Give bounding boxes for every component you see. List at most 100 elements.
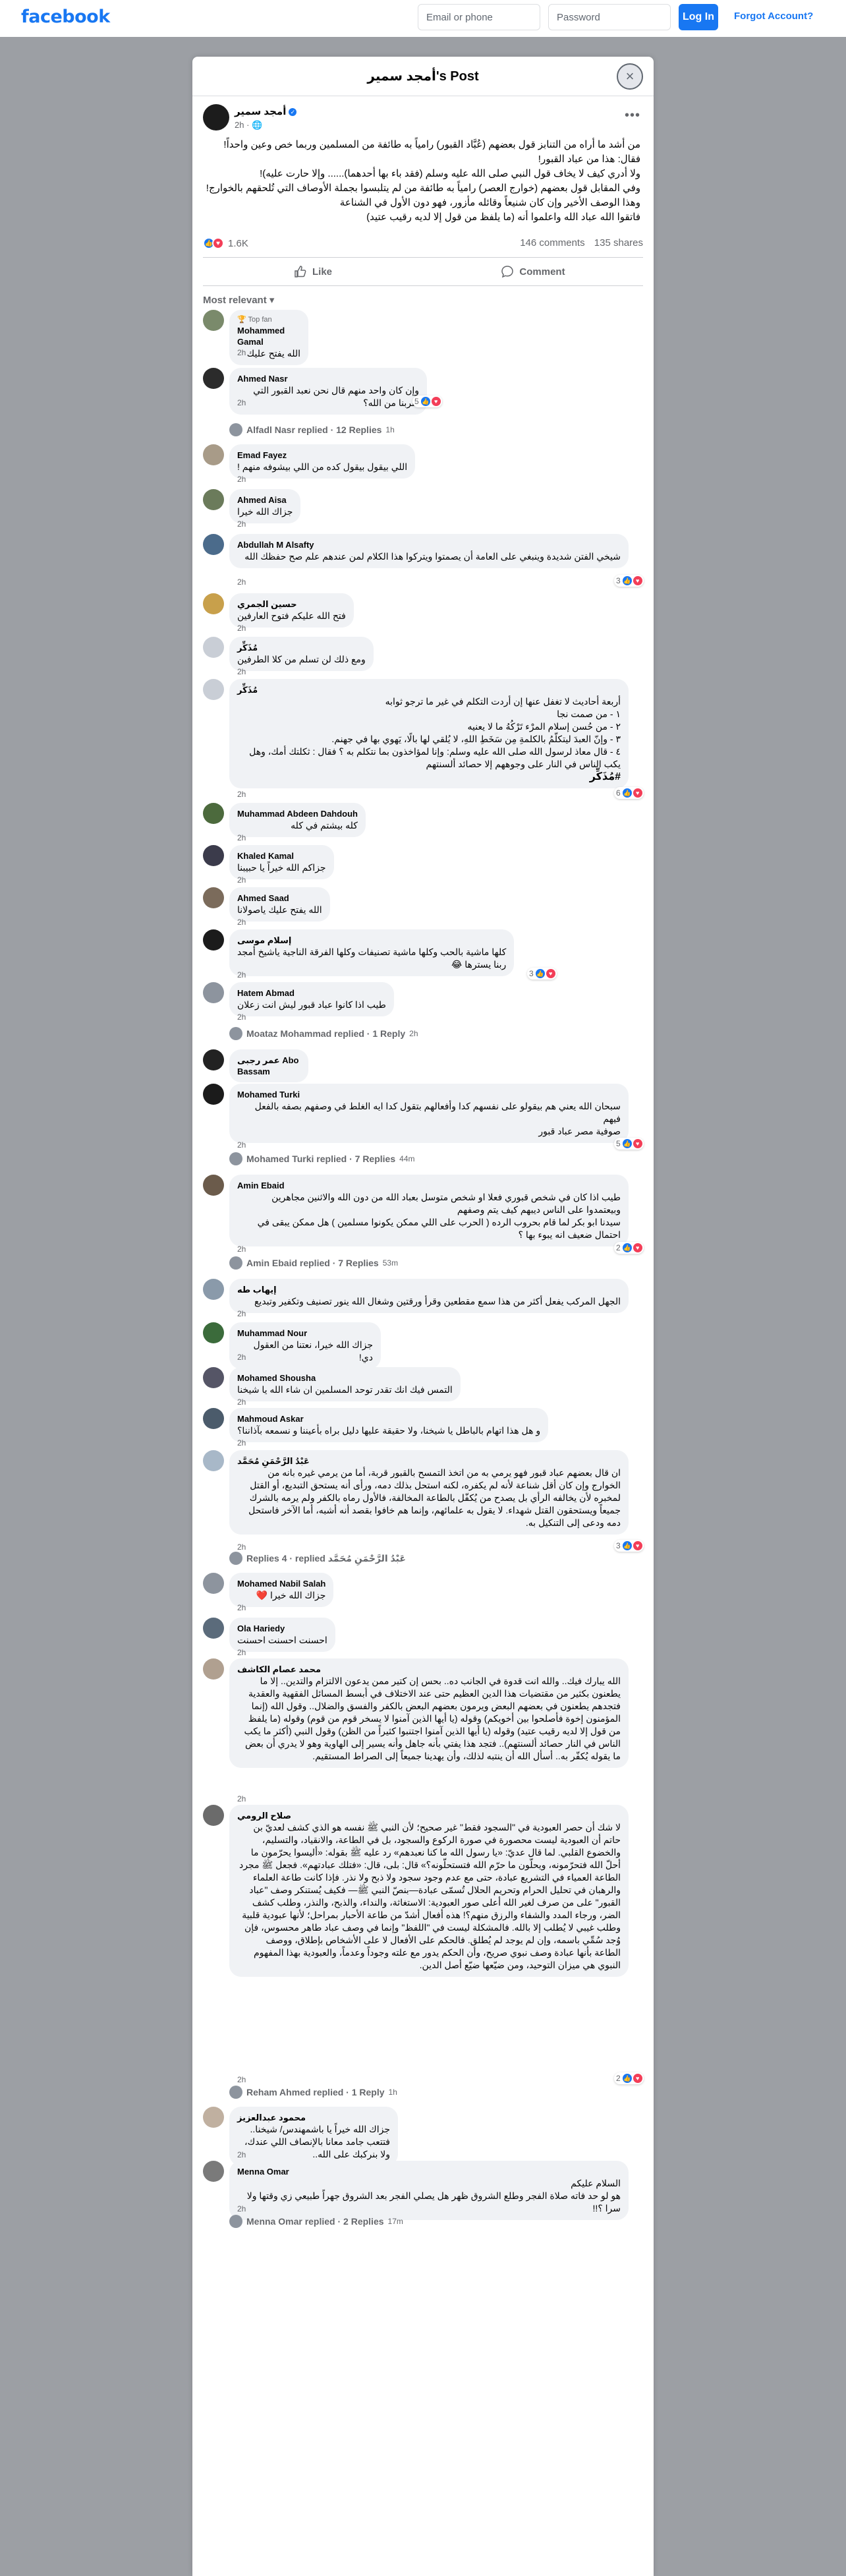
commenter-name[interactable]: عَبْدُ الرَّحْمَنِ مُحَمَّد xyxy=(237,1455,621,1467)
commenter-name[interactable]: مُذَكِّر xyxy=(237,642,366,653)
comment-reactions[interactable]: 3 👍 ♥ xyxy=(614,1540,644,1552)
commenter-name[interactable]: محمود عبدالعزيز xyxy=(237,2112,390,2123)
replies-summary[interactable]: Amin Ebaid replied · 7 Replies 53m xyxy=(229,1256,398,1270)
comment-timestamp[interactable]: 2h xyxy=(237,790,246,799)
author-avatar[interactable] xyxy=(203,104,229,131)
commenter-name[interactable]: Mohamed Turki xyxy=(237,1089,621,1100)
comment-reactions[interactable]: 2 👍 ♥ xyxy=(614,2072,644,2084)
commenter-name[interactable]: Amin Ebaid xyxy=(237,1180,621,1191)
commenter-name[interactable]: Mohamed Shousha xyxy=(237,1372,453,1384)
replies-summary[interactable]: Replies 4 · replied عَبْدُ الرَّحْمَنِ م… xyxy=(229,1552,410,1565)
comment-timestamp[interactable]: 2h xyxy=(237,1603,246,1612)
comment-timestamp[interactable]: 2h xyxy=(237,1397,246,1407)
comment-timestamp[interactable]: 2h xyxy=(237,1353,246,1362)
commenter-name[interactable]: مُذَكِّر xyxy=(237,684,621,695)
replies-summary[interactable]: Menna Omar replied · 2 Replies 17m xyxy=(229,2215,403,2228)
like-button[interactable]: Like xyxy=(203,258,423,285)
commenter-name[interactable]: Abdullah M Alsafty xyxy=(237,539,621,550)
comment-timestamp[interactable]: 2h xyxy=(237,1542,246,1552)
commenter-avatar[interactable] xyxy=(203,1049,224,1070)
commenter-name[interactable]: Mahmoud Askar xyxy=(237,1413,540,1424)
commenter-avatar[interactable] xyxy=(203,2107,224,2128)
commenter-avatar[interactable] xyxy=(203,489,224,510)
comment-timestamp[interactable]: 2h xyxy=(237,1648,246,1657)
commenter-avatar[interactable] xyxy=(203,929,224,951)
comment-timestamp[interactable]: 2h xyxy=(237,1438,246,1448)
commenter-name[interactable]: Ahmed Nasr xyxy=(237,373,419,384)
commenter-avatar[interactable] xyxy=(203,803,224,824)
commenter-name[interactable]: Menna Omar xyxy=(237,2166,621,2177)
commenter-avatar[interactable] xyxy=(203,1450,224,1471)
hashtag-link[interactable]: #مُذَكِّر xyxy=(237,771,621,783)
replies-summary[interactable]: Moataz Mohammad replied · 1 Reply 2h xyxy=(229,1027,418,1040)
commenter-name[interactable]: Muhammad Nour xyxy=(237,1328,373,1339)
comment-timestamp[interactable]: 2h xyxy=(237,1140,246,1150)
comment-timestamp[interactable]: 2h xyxy=(237,398,246,407)
commenter-avatar[interactable] xyxy=(203,1658,224,1680)
replies-summary[interactable]: Alfadl Nasr replied · 12 Replies 1h xyxy=(229,423,395,436)
comment-button[interactable]: Comment xyxy=(423,258,643,285)
commenter-name[interactable]: Emad Fayez xyxy=(237,450,407,461)
reaction-count[interactable]: 1.6K xyxy=(228,238,248,249)
commenter-name[interactable]: حسين الجمري xyxy=(237,599,346,610)
comment-reactions[interactable]: 2 👍 ♥ xyxy=(614,1242,644,1254)
commenter-name[interactable]: Muhammad Abdeen Dahdouh xyxy=(237,808,358,819)
commenter-avatar[interactable] xyxy=(203,1175,224,1196)
post-timestamp[interactable]: 2h · 🌐 xyxy=(235,120,262,131)
commenter-avatar[interactable] xyxy=(203,1367,224,1388)
commenter-avatar[interactable] xyxy=(203,444,224,465)
password-field[interactable] xyxy=(548,4,671,30)
comment-reactions[interactable]: 6 👍 ♥ xyxy=(614,787,644,799)
commenter-name[interactable]: Mohamed Nabil Salah xyxy=(237,1578,325,1589)
comment-timestamp[interactable]: 2h xyxy=(237,875,246,885)
comment-timestamp[interactable]: 2h xyxy=(237,1244,246,1254)
commenter-name[interactable]: Ola Hariedy xyxy=(237,1623,327,1634)
commenter-name[interactable]: إسلام موسى xyxy=(237,935,506,946)
comment-timestamp[interactable]: 2h xyxy=(237,1012,246,1022)
commenter-avatar[interactable] xyxy=(203,1408,224,1429)
commenter-avatar[interactable] xyxy=(203,1279,224,1300)
commenter-avatar[interactable] xyxy=(203,637,224,658)
comments-count[interactable]: 146 comments xyxy=(520,237,584,249)
more-options-icon[interactable]: ••• xyxy=(625,108,640,123)
comment-timestamp[interactable]: 2h xyxy=(237,2204,246,2213)
close-button[interactable]: × xyxy=(617,63,643,90)
commenter-avatar[interactable] xyxy=(203,887,224,908)
email-or-phone-field[interactable] xyxy=(418,4,540,30)
post-author-name[interactable]: أمجد سمير ✓ xyxy=(235,105,297,117)
commenter-name[interactable]: صلاح الرومي xyxy=(237,1810,621,1821)
commenter-avatar[interactable] xyxy=(203,310,224,331)
comment-timestamp[interactable]: 2h xyxy=(237,667,246,676)
commenter-avatar[interactable] xyxy=(203,534,224,555)
comment-timestamp[interactable]: 2h xyxy=(237,833,246,842)
comment-timestamp[interactable]: 2h xyxy=(237,1794,246,1803)
commenter-avatar[interactable] xyxy=(203,368,224,389)
commenter-avatar[interactable] xyxy=(203,593,224,614)
commenter-avatar[interactable] xyxy=(203,679,224,700)
replies-summary[interactable]: Reham Ahmed replied · 1 Reply 1h xyxy=(229,2086,397,2099)
log-in-button[interactable]: Log In xyxy=(679,4,718,30)
commenter-avatar[interactable] xyxy=(203,1618,224,1639)
comment-reactions[interactable]: 3 👍 ♥ xyxy=(527,968,557,980)
commenter-name[interactable]: Hatem Abmad xyxy=(237,987,386,999)
commenter-name[interactable]: Ahmed Saad xyxy=(237,893,322,904)
commenter-name[interactable]: Mohammed Gamal xyxy=(237,325,300,347)
comment-timestamp[interactable]: 2h xyxy=(237,970,246,980)
commenter-avatar[interactable] xyxy=(203,1573,224,1594)
comment-timestamp[interactable]: 2h xyxy=(237,577,246,587)
comment-timestamp[interactable]: 2h xyxy=(237,2150,246,2159)
commenter-avatar[interactable] xyxy=(203,982,224,1003)
comment-reactions[interactable]: 5 👍 ♥ xyxy=(412,395,442,407)
commenter-name[interactable]: محمد عصام الكاشف xyxy=(237,1664,621,1675)
comment-timestamp[interactable]: 2h xyxy=(237,624,246,633)
commenter-avatar[interactable] xyxy=(203,2161,224,2182)
commenter-name[interactable]: إيهاب طه xyxy=(237,1284,621,1295)
comment-timestamp[interactable]: 2h xyxy=(237,348,246,357)
comment-reactions[interactable]: 3 👍 ♥ xyxy=(614,575,644,587)
commenter-name[interactable]: عمر رجبى Abo Bassam xyxy=(237,1055,300,1077)
comment-timestamp[interactable]: 2h xyxy=(237,475,246,484)
forgot-account-link[interactable]: Forgot Account? xyxy=(734,11,813,22)
commenter-name[interactable]: Khaled Kamal xyxy=(237,850,326,862)
comment-reactions[interactable]: 5 👍 ♥ xyxy=(614,1138,644,1150)
comment-sort-dropdown[interactable]: Most relevant ▾ xyxy=(192,286,654,310)
